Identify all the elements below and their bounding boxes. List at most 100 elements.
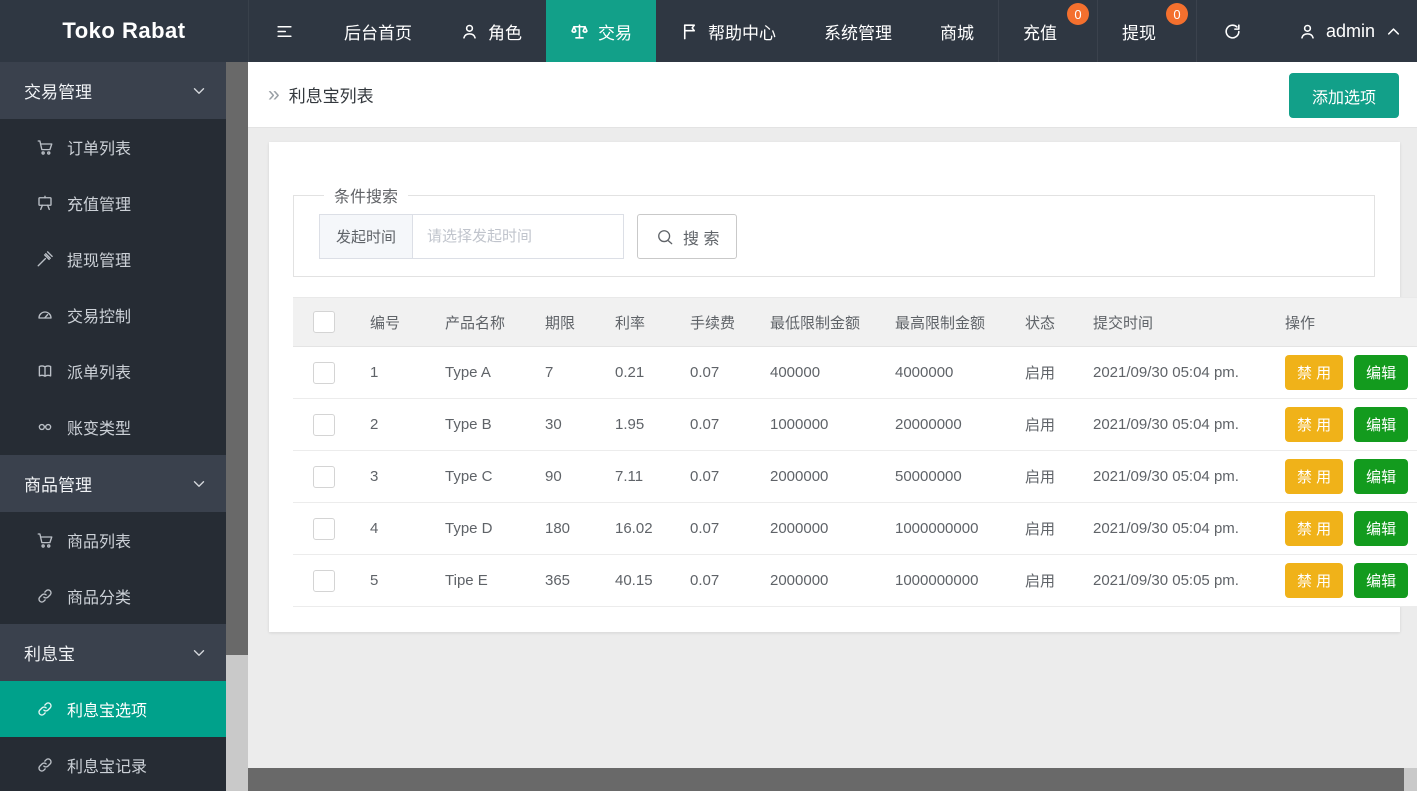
column-header: 利率 — [600, 298, 675, 347]
double-angle-icon: » — [268, 84, 280, 105]
row-checkbox[interactable] — [313, 414, 335, 436]
sidebar-item-interest-records[interactable]: 利息宝记录 — [0, 737, 226, 791]
nav-tab-trade[interactable]: 交易 — [546, 0, 656, 62]
select-all-checkbox[interactable] — [313, 311, 335, 333]
disable-button[interactable]: 禁 用 — [1285, 407, 1343, 442]
cell-rate: 7.11 — [600, 451, 675, 503]
sidebar-item-recharge-manage[interactable]: 充值管理 — [0, 175, 226, 231]
cell-time: 2021/09/30 05:04 pm. — [1078, 503, 1270, 555]
search-button-label: 搜 索 — [683, 225, 719, 249]
row-checkbox[interactable] — [313, 518, 335, 540]
disable-button[interactable]: 禁 用 — [1285, 459, 1343, 494]
nav-tab-system[interactable]: 系统管理 — [800, 0, 916, 62]
cell-max: 20000000 — [880, 399, 1010, 451]
cell-term: 180 — [530, 503, 600, 555]
sidebar-section-label: 商品管理 — [24, 471, 92, 496]
column-header: 产品名称 — [430, 298, 530, 347]
cell-term: 90 — [530, 451, 600, 503]
date-input[interactable] — [413, 215, 623, 258]
table-row: 1Type A70.210.074000004000000启用2021/09/3… — [293, 347, 1417, 399]
horizontal-scrollbar[interactable] — [248, 768, 1417, 791]
row-checkbox[interactable] — [313, 362, 335, 384]
nav-tab-mall[interactable]: 商城 — [916, 0, 998, 62]
cell-status: 启用 — [1010, 503, 1078, 555]
edit-button[interactable]: 编辑 — [1354, 355, 1408, 390]
breadcrumb-bar: » 利息宝列表 添加选项 — [248, 62, 1417, 127]
cell-rate: 0.21 — [600, 347, 675, 399]
nav-tab-withdraw[interactable]: 提现0 — [1097, 0, 1196, 62]
refresh-button[interactable] — [1196, 0, 1268, 62]
row-checkbox[interactable] — [313, 466, 335, 488]
column-header: 编号 — [355, 298, 430, 347]
sidebar-item-product-category[interactable]: 商品分类 — [0, 568, 226, 624]
cell-min: 400000 — [755, 347, 880, 399]
user-menu[interactable]: admin — [1268, 0, 1417, 62]
nav-tab-label: 帮助中心 — [708, 19, 776, 44]
screen: Toko Rabat 后台首页角色交易帮助中心系统管理商城充值0提现0 admi… — [0, 0, 1417, 791]
edit-button[interactable]: 编辑 — [1354, 459, 1408, 494]
chevron-down-icon — [190, 644, 208, 662]
sidebar-scrollbar-thumb[interactable] — [226, 62, 248, 655]
refresh-icon — [1223, 22, 1242, 41]
disable-button[interactable]: 禁 用 — [1285, 355, 1343, 390]
notification-badge: 0 — [1067, 3, 1089, 25]
search-row: 发起时间 搜 索 — [319, 214, 1374, 259]
sidebar-scrollbar[interactable] — [226, 62, 248, 791]
cell-min: 2000000 — [755, 451, 880, 503]
cell-status: 启用 — [1010, 555, 1078, 607]
nav-tab-label: 充值 — [1023, 19, 1057, 44]
edit-button[interactable]: 编辑 — [1354, 563, 1408, 598]
cell-id: 2 — [355, 399, 430, 451]
sidebar-toggle-button[interactable] — [248, 0, 320, 62]
row-checkbox[interactable] — [313, 570, 335, 592]
cell-term: 7 — [530, 347, 600, 399]
column-header: 操作 — [1270, 298, 1417, 347]
nav-tab-help-center[interactable]: 帮助中心 — [656, 0, 800, 62]
edit-button[interactable]: 编辑 — [1354, 407, 1408, 442]
date-field-label: 发起时间 — [320, 215, 413, 258]
nav-tab-label: 系统管理 — [824, 19, 892, 44]
horizontal-scrollbar-thumb[interactable] — [248, 768, 1404, 791]
cell-name: Type A — [430, 347, 530, 399]
search-button[interactable]: 搜 索 — [637, 214, 737, 259]
cell-min: 2000000 — [755, 503, 880, 555]
sidebar-section-product-manage[interactable]: 商品管理 — [0, 455, 226, 512]
cell-fee: 0.07 — [675, 503, 755, 555]
person-icon — [1298, 22, 1317, 41]
sidebar-item-withdraw-manage[interactable]: 提现管理 — [0, 231, 226, 287]
edit-button[interactable]: 编辑 — [1354, 511, 1408, 546]
sidebar-item-order-list[interactable]: 订单列表 — [0, 119, 226, 175]
search-panel-legend: 条件搜索 — [324, 183, 408, 207]
sidebar-item-trade-control[interactable]: 交易控制 — [0, 287, 226, 343]
book-icon — [36, 362, 54, 380]
cell-fee: 0.07 — [675, 555, 755, 607]
sidebar-section-trade-manage[interactable]: 交易管理 — [0, 62, 226, 119]
nav-tab-home[interactable]: 后台首页 — [320, 0, 436, 62]
sidebar-section-label: 利息宝 — [24, 640, 75, 665]
chevron-down-icon — [190, 82, 208, 100]
sidebar-item-dispatch-list[interactable]: 派单列表 — [0, 343, 226, 399]
nav-tab-role[interactable]: 角色 — [436, 0, 546, 62]
sidebar-item-account-change-type[interactable]: 账变类型 — [0, 399, 226, 455]
sidebar-item-label: 账变类型 — [67, 415, 131, 439]
link-icon — [36, 587, 54, 605]
cell-max: 4000000 — [880, 347, 1010, 399]
sidebar-item-label: 商品分类 — [67, 584, 131, 608]
sidebar-item-product-list[interactable]: 商品列表 — [0, 512, 226, 568]
cell-rate: 40.15 — [600, 555, 675, 607]
sidebar-section-label: 交易管理 — [24, 78, 92, 103]
sidebar-item-label: 订单列表 — [67, 135, 131, 159]
sidebar-item-interest-options[interactable]: 利息宝选项 — [0, 681, 226, 737]
cell-fee: 0.07 — [675, 451, 755, 503]
add-option-button[interactable]: 添加选项 — [1289, 73, 1399, 118]
nav-tab-recharge[interactable]: 充值 0 — [998, 0, 1097, 62]
search-panel: 条件搜索 发起时间 搜 索 — [293, 183, 1375, 277]
table-wrapper: 编号产品名称期限利率手续费最低限制金额最高限制金额状态提交时间操作 1Type … — [293, 297, 1417, 607]
sidebar-section-interest[interactable]: 利息宝 — [0, 624, 226, 681]
cell-status: 启用 — [1010, 399, 1078, 451]
cell-name: Type B — [430, 399, 530, 451]
notification-badge: 0 — [1166, 3, 1188, 25]
column-header: 最低限制金额 — [755, 298, 880, 347]
disable-button[interactable]: 禁 用 — [1285, 511, 1343, 546]
disable-button[interactable]: 禁 用 — [1285, 563, 1343, 598]
